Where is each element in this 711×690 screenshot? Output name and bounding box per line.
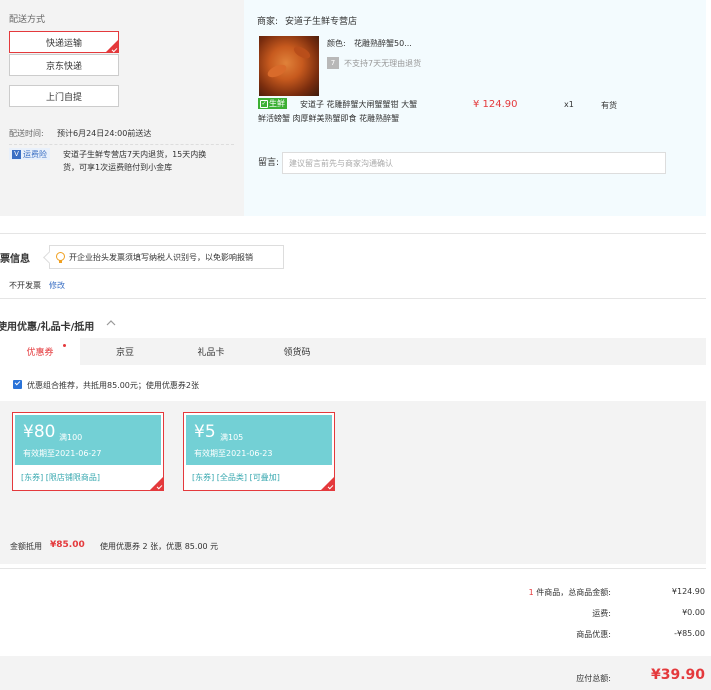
check-corner-icon bbox=[150, 477, 163, 490]
tab-gift-card[interactable]: 礼品卡 bbox=[170, 338, 252, 365]
product-discount-label: 商品优惠: bbox=[576, 630, 611, 639]
service-desc-line2: 货，可享1次运费赔付到小金库 bbox=[63, 163, 173, 172]
fresh-badge: ✓ 生鲜 bbox=[258, 98, 287, 109]
deduct-value: ¥85.00 bbox=[50, 540, 85, 550]
divider bbox=[9, 144, 234, 145]
shipping-fee-label: 运费: bbox=[592, 609, 611, 618]
product-image-detail bbox=[265, 62, 289, 80]
coupon-tags: [东券] [全品类] [可叠加] bbox=[192, 473, 280, 482]
coupon-condition: 满105 bbox=[220, 433, 244, 442]
product-discount-value: -¥85.00 bbox=[674, 629, 705, 638]
delivery-time-value: 预计6月24日24:00前送达 bbox=[57, 129, 152, 138]
invoice-title: 发票信息 bbox=[0, 254, 30, 265]
shipping-title: 配送方式 bbox=[9, 15, 46, 25]
item-count: 1 bbox=[528, 588, 534, 597]
shipping-option-label: 上门自提 bbox=[45, 92, 82, 103]
items-label: 件商品，总商品金额: bbox=[536, 588, 611, 597]
tab-coupon[interactable]: 优惠券 bbox=[0, 338, 80, 365]
divider bbox=[0, 298, 706, 299]
fresh-badge-label: 生鲜 bbox=[269, 99, 285, 108]
tab-pickup-code[interactable]: 领货码 bbox=[252, 338, 342, 365]
tab-jd-beans[interactable]: 京豆 bbox=[80, 338, 170, 365]
tab-label: 领货码 bbox=[283, 348, 311, 358]
remark-placeholder: 建议留言前先与商家沟通确认 bbox=[289, 159, 393, 168]
shop-label: 商家: bbox=[257, 17, 279, 27]
product-image[interactable] bbox=[259, 36, 319, 96]
payable-value: ¥39.90 bbox=[650, 667, 705, 683]
no-return-icon: 7 bbox=[327, 57, 339, 69]
product-image-detail bbox=[291, 44, 313, 61]
chevron-up-icon[interactable] bbox=[106, 319, 116, 327]
discount-title: 使用优惠/礼品卡/抵用 bbox=[0, 322, 95, 333]
shipping-option-jd[interactable]: 京东快递 bbox=[9, 54, 119, 76]
coupon-validity: 有效期至2021-06-23 bbox=[194, 449, 273, 458]
coupon-validity: 有效期至2021-06-27 bbox=[23, 449, 102, 458]
delivery-time-label: 配送时间: bbox=[9, 129, 44, 138]
remark-label: 留言: bbox=[258, 158, 280, 168]
check-corner-icon bbox=[321, 477, 334, 490]
recommend-text: 优惠组合推荐，共抵用85.00元；使用优惠券2张 bbox=[27, 381, 199, 390]
product-name-line1[interactable]: 安道子 花雕醉蟹大闸蟹蟹钳 大蟹 bbox=[300, 99, 417, 110]
fresh-icon: ✓ bbox=[260, 99, 268, 108]
shield-icon: V bbox=[12, 149, 21, 159]
items-total: ¥124.90 bbox=[671, 587, 705, 596]
shipping-option-label: 快递运输 bbox=[45, 38, 82, 49]
product-name-line2[interactable]: 鲜活螃蟹 肉厚鲜美熟蟹即食 花雕熟醉蟹 bbox=[258, 113, 399, 124]
deduct-label: 金额抵用 bbox=[10, 542, 42, 551]
divider bbox=[0, 233, 706, 234]
deduct-desc: 使用优惠券 2 张，优惠 85.00 元 bbox=[100, 542, 219, 551]
checkbox-icon[interactable] bbox=[13, 380, 22, 389]
service-desc-line1: 安道子生鲜专营店7天内退货，15天内换 bbox=[63, 150, 207, 159]
new-dot-icon bbox=[63, 344, 66, 347]
shipping-option-express[interactable]: 快递运输 bbox=[9, 31, 119, 53]
coupon-head: ¥80 满100 有效期至2021-06-27 bbox=[15, 415, 161, 465]
coupon-amount: ¥5 bbox=[194, 422, 216, 442]
coupon-card[interactable]: ¥5 满105 有效期至2021-06-23 [东券] [全品类] [可叠加] bbox=[183, 412, 335, 491]
tab-label: 京豆 bbox=[115, 348, 134, 358]
tab-label: 优惠券 bbox=[26, 348, 54, 358]
remark-input[interactable]: 建议留言前先与商家沟通确认 bbox=[282, 152, 666, 174]
shipping-option-pickup[interactable]: 上门自提 bbox=[9, 85, 119, 107]
invoice-tooltip-text: 开企业抬头发票须填写纳税人识别号，以免影响报销 bbox=[69, 252, 253, 262]
return-policy: 不支持7天无理由退货 bbox=[344, 59, 422, 68]
color-label: 颜色: bbox=[327, 39, 346, 48]
color-value: 花雕熟醉蟹50... bbox=[354, 39, 412, 48]
coupon-tags: [东券] [限店铺限商品] bbox=[21, 473, 101, 482]
invoice-edit-link[interactable]: 修改 bbox=[49, 280, 65, 291]
tab-label: 礼品卡 bbox=[197, 348, 225, 358]
product-price: ¥ 124.90 bbox=[473, 99, 518, 110]
shipping-option-label: 京东快递 bbox=[45, 61, 82, 72]
coupon-card[interactable]: ¥80 满100 有效期至2021-06-27 [东券] [限店铺限商品] bbox=[12, 412, 164, 491]
freight-insurance-label: 运费险 bbox=[23, 149, 47, 159]
coupon-condition: 满100 bbox=[59, 433, 83, 442]
invoice-tooltip: 开企业抬头发票须填写纳税人识别号，以免影响报销 bbox=[49, 245, 284, 269]
coupon-head: ¥5 满105 有效期至2021-06-23 bbox=[186, 415, 332, 465]
items-summary: 1 件商品，总商品金额: bbox=[529, 587, 611, 598]
product-stock: 有货 bbox=[601, 101, 617, 110]
coupon-amount: ¥80 bbox=[23, 422, 56, 442]
invoice-status: 不开发票 bbox=[9, 281, 41, 290]
divider bbox=[0, 568, 706, 569]
product-quantity: x1 bbox=[564, 100, 574, 109]
shipping-fee-value: ¥0.00 bbox=[682, 608, 705, 617]
payable-label: 应付总额: bbox=[576, 674, 611, 683]
shop-name[interactable]: 安道子生鲜专营店 bbox=[285, 14, 357, 27]
bulb-icon bbox=[56, 251, 65, 263]
freight-insurance-badge[interactable]: V 运费险 bbox=[9, 148, 50, 160]
